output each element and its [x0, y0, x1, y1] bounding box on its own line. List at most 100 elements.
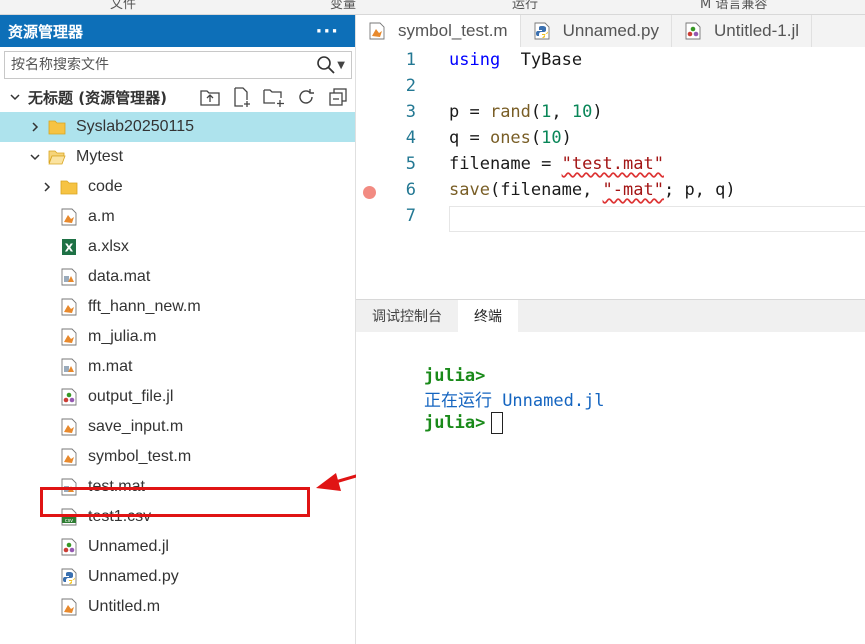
julia-icon [60, 388, 78, 406]
new-folder-icon[interactable] [263, 86, 285, 108]
terminal[interactable]: julia> 正在运行 Unnamed.jl julia> [356, 332, 865, 644]
code-text[interactable]: save(filename, "-mat"; p, q) [449, 180, 736, 200]
julia-prompt: julia> [423, 366, 486, 386]
code-text[interactable]: filename = "test.mat" [449, 154, 664, 174]
file-search-input[interactable] [5, 57, 316, 73]
code-token: ones [489, 128, 531, 148]
workspace-root-label: 无标题 (资源管理器) [28, 88, 167, 107]
julia-icon [60, 538, 78, 556]
code-token: ( [530, 102, 542, 122]
code-token: save [449, 180, 490, 200]
folder-item[interactable]: code [0, 172, 355, 202]
annotation-highlight-box [40, 487, 310, 517]
code-text[interactable]: p = rand(1, 10) [449, 102, 603, 122]
menu-m-compat[interactable]: M 语言兼容 [700, 0, 767, 12]
tab-debug-console[interactable]: 调试控制台 [356, 300, 458, 332]
tree-item-label: m.mat [88, 358, 133, 375]
more-actions-button[interactable]: ··· [315, 21, 339, 42]
line-number: 1 [405, 50, 416, 70]
current-line-highlight [449, 206, 865, 232]
tree-item-label: data.mat [88, 268, 151, 285]
go-up-icon[interactable] [199, 86, 221, 108]
chevron-right-icon[interactable] [28, 121, 42, 133]
new-file-icon[interactable] [231, 86, 253, 108]
tree-item-label: m_julia.m [88, 328, 157, 345]
file-item[interactable]: data.mat [0, 262, 355, 292]
file-item[interactable]: Unnamed.py [0, 562, 355, 592]
tree-item-label: Unnamed.jl [88, 538, 169, 555]
editor-tab[interactable]: symbol_test.m [356, 15, 521, 47]
folder-item[interactable]: Syslab20250115 [0, 112, 355, 142]
m-file-icon [368, 22, 386, 40]
file-item[interactable]: m_julia.m [0, 322, 355, 352]
code-token: 10 [571, 102, 593, 122]
file-tree: 无标题 (资源管理器) Syslab20250115 Mytest code a.m X… [0, 82, 355, 622]
file-item[interactable]: Unnamed.jl [0, 532, 355, 562]
menu-variables[interactable]: 变量 [330, 0, 356, 12]
code-token: 1 [541, 102, 552, 122]
panel-tabs: 调试控制台 终端 [356, 299, 865, 332]
m-file-icon [60, 208, 78, 226]
editor-tab-label: Untitled-1.jl [713, 21, 800, 40]
tree-item-label: symbol_test.m [88, 448, 192, 465]
workspace-root[interactable]: 无标题 (资源管理器) [0, 82, 355, 112]
line-number: 4 [405, 128, 416, 148]
chevron-down-icon[interactable] [28, 151, 42, 163]
editor-tab[interactable]: Unnamed.py [521, 15, 672, 47]
svg-text:csv: csv [65, 518, 73, 524]
chevron-down-icon[interactable] [8, 91, 22, 103]
code-token: q = [449, 128, 490, 148]
tree-item-label: a.m [88, 208, 115, 225]
editor-tab[interactable]: Untitled-1.jl [672, 15, 813, 47]
file-item[interactable]: m.mat [0, 352, 355, 382]
file-item[interactable]: Xa.xlsx [0, 232, 355, 262]
python-icon [60, 568, 78, 586]
m-file-icon [60, 598, 78, 616]
folder-item[interactable]: Mytest [0, 142, 355, 172]
file-item[interactable]: fft_hann_new.m [0, 292, 355, 322]
m-file-icon [60, 418, 78, 436]
file-item[interactable]: a.m [0, 202, 355, 232]
folder-open-icon [48, 148, 66, 166]
tab-terminal[interactable]: 终端 [458, 300, 518, 332]
file-item[interactable]: Untitled.m [0, 592, 355, 622]
file-item[interactable]: output_file.jl [0, 382, 355, 412]
menu-bar: 文件 变量 运行 M 语言兼容 [0, 0, 865, 15]
code-token: ( [530, 128, 542, 148]
chevron-down-icon[interactable]: ▼ [337, 60, 345, 71]
code-editor[interactable]: 1 using TyBase 2 3 p = rand(1, 10) 4 q = ones(… [356, 47, 865, 297]
tree-item-label: output_file.jl [88, 388, 174, 405]
m-file-icon [60, 298, 78, 316]
explorer-title: 资源管理器 [8, 22, 84, 41]
line-number: 7 [405, 206, 416, 226]
explorer-sidebar: 资源管理器 ··· ▼ 无标题 (资源管理器) Syslab20250115 My… [0, 15, 356, 644]
menu-run[interactable]: 运行 [512, 0, 538, 12]
code-text[interactable]: using TyBase [449, 50, 582, 70]
refresh-icon[interactable] [295, 86, 317, 108]
collapse-all-icon[interactable] [327, 86, 349, 108]
m-file-icon [60, 448, 78, 466]
code-token: "-mat" [602, 180, 664, 200]
menu-file[interactable]: 文件 [110, 0, 136, 12]
code-token: ; p, q) [663, 180, 736, 200]
code-token: rand [489, 102, 531, 122]
code-token: (filename, [489, 180, 603, 200]
tree-item-label: save_input.m [88, 418, 184, 435]
code-line: 7 [356, 206, 865, 232]
terminal-cursor[interactable] [491, 412, 504, 434]
code-token: , [551, 102, 572, 122]
chevron-right-icon[interactable] [40, 181, 54, 193]
mat-file-icon [60, 268, 78, 286]
breakpoint-icon[interactable] [363, 186, 376, 199]
code-token: ) [592, 102, 603, 122]
line-number: 6 [405, 180, 416, 200]
code-token: p = [449, 102, 490, 122]
file-item[interactable]: symbol_test.m [0, 442, 355, 472]
file-item[interactable]: save_input.m [0, 412, 355, 442]
tree-item-label: Syslab20250115 [76, 118, 195, 135]
code-token: "test.mat" [561, 154, 664, 174]
file-search-box: ▼ [4, 51, 352, 79]
search-icon[interactable] [315, 54, 337, 76]
code-token: 10 [541, 128, 562, 148]
code-text[interactable]: q = ones(10) [449, 128, 572, 148]
